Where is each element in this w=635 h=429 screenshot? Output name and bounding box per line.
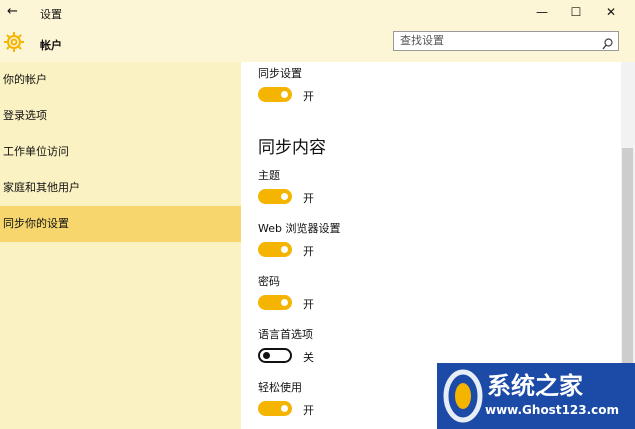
search-box[interactable] bbox=[393, 31, 619, 51]
sync-settings-toggle[interactable] bbox=[258, 87, 292, 102]
ease-of-access-label: 轻松使用 bbox=[258, 381, 302, 394]
theme-state: 开 bbox=[303, 192, 314, 205]
watermark-url: www.Ghost123.com bbox=[485, 403, 620, 417]
theme-toggle[interactable] bbox=[258, 189, 292, 204]
search-input[interactable] bbox=[400, 34, 596, 47]
sidebar-item-work-access[interactable]: 工作单位访问 bbox=[0, 134, 241, 170]
web-browser-state: 开 bbox=[303, 245, 314, 258]
gear-icon bbox=[3, 31, 25, 57]
page-header: 帐户 bbox=[0, 26, 635, 62]
sidebar-item-sync-settings[interactable]: 同步你的设置 bbox=[0, 206, 241, 242]
sync-content-heading: 同步内容 bbox=[258, 138, 326, 158]
sync-settings-state: 开 bbox=[303, 90, 314, 103]
password-toggle[interactable] bbox=[258, 295, 292, 310]
web-browser-label: Web 浏览器设置 bbox=[258, 222, 341, 235]
password-state: 开 bbox=[303, 298, 314, 311]
ease-of-access-toggle[interactable] bbox=[258, 401, 292, 416]
password-label: 密码 bbox=[258, 275, 280, 288]
maximize-button[interactable]: ☐ bbox=[566, 3, 586, 21]
search-icon[interactable] bbox=[602, 35, 613, 54]
back-arrow-icon[interactable]: ← bbox=[7, 4, 18, 19]
watermark-logo-icon bbox=[443, 369, 483, 427]
sidebar-item-family-users[interactable]: 家庭和其他用户 bbox=[0, 170, 241, 206]
web-browser-toggle[interactable] bbox=[258, 242, 292, 257]
minimize-button[interactable]: — bbox=[532, 3, 552, 21]
title-bar: ← 设置 — ☐ ✕ bbox=[0, 0, 635, 26]
ease-of-access-state: 开 bbox=[303, 404, 314, 417]
theme-label: 主题 bbox=[258, 169, 280, 182]
watermark: 系统之家 www.Ghost123.com bbox=[437, 363, 635, 429]
sync-settings-label: 同步设置 bbox=[258, 67, 302, 80]
close-button[interactable]: ✕ bbox=[601, 3, 621, 21]
language-label: 语言首选项 bbox=[258, 328, 313, 341]
page-title: 帐户 bbox=[40, 39, 62, 52]
watermark-text: 系统之家 bbox=[487, 371, 583, 400]
language-state: 关 bbox=[303, 351, 314, 364]
language-toggle[interactable] bbox=[258, 348, 292, 363]
window-title: 设置 bbox=[40, 8, 62, 21]
sidebar-item-sign-in-options[interactable]: 登录选项 bbox=[0, 98, 241, 134]
sidebar-item-your-account[interactable]: 你的帐户 bbox=[0, 62, 241, 98]
